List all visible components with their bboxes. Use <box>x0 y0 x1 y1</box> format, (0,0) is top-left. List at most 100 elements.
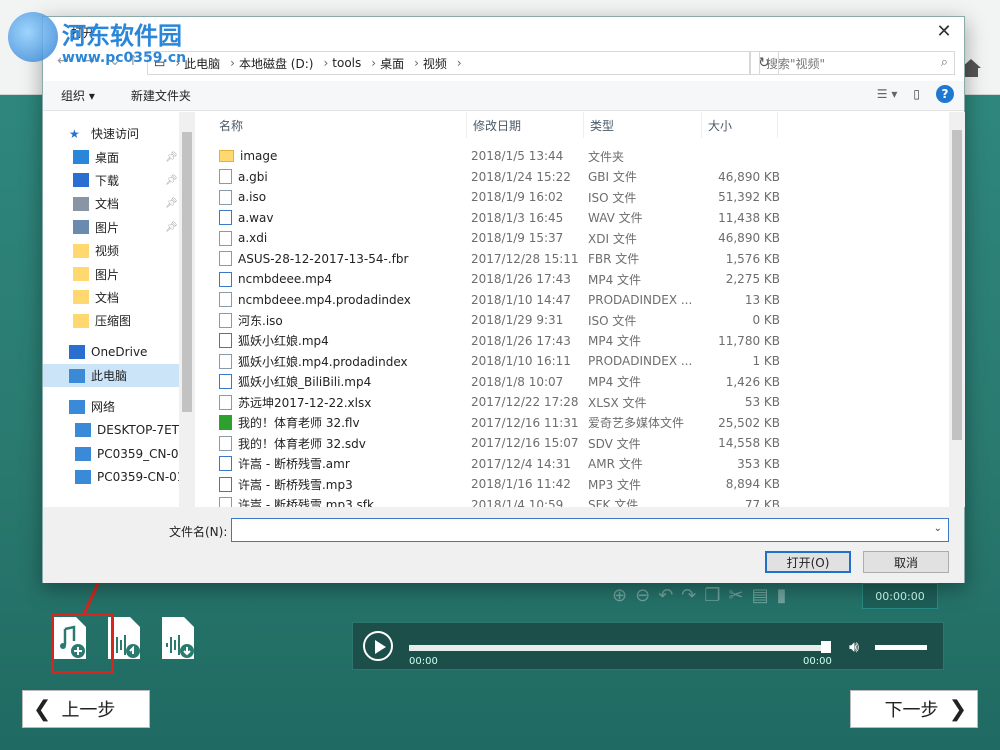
play-button[interactable] <box>363 631 393 661</box>
file-date: 2018/1/9 16:02 <box>471 190 564 205</box>
nav-item[interactable]: 视频 <box>43 239 193 262</box>
nav-item-label: PC0359_CN-08 <box>97 446 187 461</box>
cancel-button[interactable]: 取消 <box>863 551 949 573</box>
file-row[interactable]: 许嵩 - 断桥残雪.mp3.sfk 2018/1/4 10:59 SFK 文件 77 … <box>213 495 953 507</box>
search-placeholder: 搜索"视频" <box>766 56 826 71</box>
file-name-cell: 我的！体育老师 32.flv <box>213 414 467 431</box>
redo-icon[interactable]: ↷ <box>681 585 696 606</box>
nav-item[interactable]: 网络 <box>43 395 193 418</box>
edit-toolbar: ⊕ ⊖ ↶ ↷ ❐ ✂ ▤ ▮ <box>612 583 862 607</box>
file-row[interactable]: a.xdi 2018/1/9 15:37 XDI 文件 46,890 KB <box>213 228 953 249</box>
progress-track[interactable] <box>409 645 831 651</box>
paste-icon[interactable]: ▤ <box>752 585 769 606</box>
zoom-out-icon[interactable]: ⊖ <box>635 585 650 606</box>
nav-item[interactable]: 桌面 📌︎ <box>43 145 193 168</box>
column-size[interactable]: 大小 <box>702 112 778 138</box>
file-scroll-thumb[interactable] <box>952 130 962 440</box>
nav-item[interactable]: ★ 快速访问 <box>43 122 193 145</box>
prev-step-label: 上一步 <box>61 700 116 721</box>
nav-item[interactable]: 此电脑 <box>43 363 193 388</box>
file-rows: image 2018/1/5 13:44 文件夹 a.gbi 2018/1/24 15:… <box>213 146 953 507</box>
nav-item[interactable]: OneDrive <box>43 341 193 364</box>
nav-item[interactable]: 下载 📌︎ <box>43 169 193 192</box>
nav-scrollbar[interactable] <box>179 112 195 507</box>
prev-step-button[interactable]: ❮ 上一步 <box>22 690 150 728</box>
nav-scroll-thumb[interactable] <box>182 132 192 412</box>
file-row[interactable]: 苏远坤2017-12-22.xlsx 2017/12/22 17:28 XLSX 文… <box>213 392 953 413</box>
delete-icon[interactable]: ▮ <box>777 585 787 606</box>
column-headers: 名称 修改日期 类型 大小 <box>213 112 953 138</box>
breadcrumb-item[interactable]: 此电脑 <box>184 55 220 72</box>
file-row[interactable]: 我的！体育老师 32.sdv 2017/12/16 15:07 SDV 文件 14,5… <box>213 433 953 454</box>
preview-pane-icon[interactable]: ▯ <box>913 87 920 101</box>
open-button[interactable]: 打开(O) <box>765 551 851 573</box>
file-row[interactable]: 狐妖小红娘.mp4 2018/1/26 17:43 MP4 文件 11,780 KB <box>213 331 953 352</box>
chevron-left-icon: ❮ <box>33 696 52 722</box>
volume-icon[interactable]: 🔊︎ <box>849 637 859 657</box>
organize-button[interactable]: 组织 ▾ <box>61 87 95 104</box>
file-date: 2018/1/29 9:31 <box>471 313 564 328</box>
file-row[interactable]: 河东.iso 2018/1/29 9:31 ISO 文件 0 KB <box>213 310 953 331</box>
chevron-down-icon[interactable]: ⌄ <box>934 523 942 534</box>
file-name-cell: a.xdi <box>213 230 467 246</box>
network-icon <box>69 399 85 414</box>
breadcrumb-item[interactable]: 本地磁盘 (D:) <box>239 55 313 72</box>
file-row[interactable]: image 2018/1/5 13:44 文件夹 <box>213 146 953 167</box>
address-bar[interactable]: ▭ › 此电脑 › 本地磁盘 (D:) › tools › 桌面 › 视频 › <box>147 51 751 75</box>
help-icon[interactable]: ? <box>936 85 954 103</box>
copy-icon[interactable]: ❐ <box>704 585 720 606</box>
file-date: 2017/12/22 17:28 <box>471 395 579 410</box>
progress-handle[interactable] <box>821 641 831 653</box>
next-step-button[interactable]: 下一步 ❯ <box>850 690 978 728</box>
file-name-cell: a.gbi <box>213 169 467 185</box>
file-scrollbar[interactable] <box>949 112 965 507</box>
file-row[interactable]: a.iso 2018/1/9 16:02 ISO 文件 51,392 KB <box>213 187 953 208</box>
nav-item[interactable]: PC0359-CN-01 <box>43 465 193 488</box>
nav-item[interactable]: 图片 <box>43 262 193 285</box>
nav-item-label: 视频 <box>95 244 120 259</box>
audio-player: 00:00 00:00 🔊︎ <box>352 622 944 670</box>
breadcrumb-item[interactable]: 视频 <box>423 55 447 72</box>
file-type: MP4 文件 <box>588 334 642 349</box>
zoom-in-icon[interactable]: ⊕ <box>612 585 627 606</box>
file-row[interactable]: 狐妖小红娘.mp4.prodadindex 2018/1/10 16:11 PROD… <box>213 351 953 372</box>
file-type: SDV 文件 <box>588 436 641 451</box>
view-options: ☰ ▾ ▯ ? <box>877 85 954 103</box>
media-file-icon <box>219 374 232 390</box>
file-date: 2018/1/16 11:42 <box>471 477 571 492</box>
nav-item[interactable]: PC0359_CN-08 <box>43 442 193 465</box>
audio-export-file-icon[interactable] <box>158 612 198 664</box>
file-size: 13 KB <box>744 292 780 307</box>
volume-slider[interactable] <box>875 645 927 650</box>
file-row[interactable]: 狐妖小红娘_BiliBili.mp4 2018/1/8 10:07 MP4 文件 1,… <box>213 372 953 393</box>
file-icon <box>219 189 232 205</box>
nav-item[interactable]: 文档 📌︎ <box>43 192 193 215</box>
file-row[interactable]: 我的！体育老师 32.flv 2017/12/16 11:31 爱奇艺多媒体文件 25… <box>213 413 953 434</box>
file-row[interactable]: ncmbdeee.mp4.prodadindex 2018/1/10 14:47 P… <box>213 290 953 311</box>
folder-icon <box>73 290 89 305</box>
current-time: 00:00 <box>409 656 438 667</box>
file-row[interactable]: a.gbi 2018/1/24 15:22 GBI 文件 46,890 KB <box>213 167 953 188</box>
file-row[interactable]: a.wav 2018/1/3 16:45 WAV 文件 11,438 KB <box>213 208 953 229</box>
breadcrumb-item[interactable]: tools <box>332 56 361 70</box>
column-name[interactable]: 名称 <box>213 112 467 138</box>
nav-item[interactable]: 图片 📌︎ <box>43 216 193 239</box>
cut-icon[interactable]: ✂ <box>729 585 744 606</box>
breadcrumb-item[interactable]: 桌面 <box>380 55 404 72</box>
new-folder-button[interactable]: 新建文件夹 <box>131 87 191 104</box>
file-row[interactable]: ncmbdeee.mp4 2018/1/26 17:43 MP4 文件 2,275 K… <box>213 269 953 290</box>
column-date[interactable]: 修改日期 <box>467 112 584 138</box>
nav-item[interactable]: 压缩图 <box>43 309 193 332</box>
file-type: 文件夹 <box>588 149 625 164</box>
nav-item[interactable]: DESKTOP-7ETC <box>43 419 193 442</box>
file-row[interactable]: ASUS-28-12-2017-13-54-.fbr 2017/12/28 15:… <box>213 249 953 270</box>
search-input[interactable]: 搜索"视频" ⌕ <box>759 51 955 75</box>
nav-item[interactable]: 文档 <box>43 286 193 309</box>
file-row[interactable]: 许嵩 - 断桥残雪.amr 2017/12/4 14:31 AMR 文件 353 KB <box>213 454 953 475</box>
column-type[interactable]: 类型 <box>584 112 702 138</box>
view-mode-icon[interactable]: ☰ ▾ <box>877 87 898 101</box>
undo-icon[interactable]: ↶ <box>658 585 673 606</box>
file-row[interactable]: 许嵩 - 断桥残雪.mp3 2018/1/16 11:42 MP3 文件 8,894 … <box>213 474 953 495</box>
close-icon[interactable]: ✕ <box>932 21 956 43</box>
filename-input[interactable]: ⌄ <box>231 518 949 542</box>
